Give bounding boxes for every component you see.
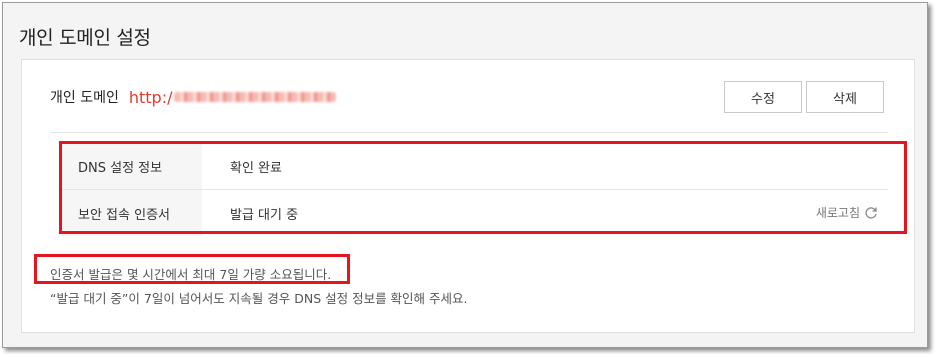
- page-title: 개인 도메인 설정: [19, 27, 151, 49]
- domain-row: 개인 도메인 http:/: [50, 86, 337, 108]
- domain-url-prefix: http:/: [128, 87, 173, 107]
- refresh-button[interactable]: 새로고침: [816, 204, 878, 221]
- certificate-value: 발급 대기 중: [230, 207, 299, 223]
- table-row-certificate: 보안 접속 인증서 발급 대기 중 새로고침: [62, 190, 888, 236]
- status-table: DNS 설정 정보 확인 완료 보안 접속 인증서 발급 대기 중 새로고침: [62, 144, 888, 236]
- delete-button[interactable]: 삭제: [806, 81, 884, 113]
- refresh-icon: [865, 206, 877, 219]
- edit-button[interactable]: 수정: [724, 81, 802, 113]
- redacted-domain-blur: [174, 92, 337, 102]
- divider: [50, 132, 888, 133]
- table-row-dns: DNS 설정 정보 확인 완료: [62, 144, 888, 190]
- domain-url[interactable]: http:/: [129, 88, 337, 107]
- certificate-key: 보안 접속 인증서: [62, 190, 202, 236]
- dns-settings-value: 확인 완료: [230, 161, 282, 176]
- dns-settings-key: DNS 설정 정보: [62, 144, 202, 189]
- domain-label: 개인 도메인: [50, 90, 119, 106]
- domain-settings-card: 개인 도메인 http:/ 수정 삭제 DNS 설정 정보 확인 완료 보안 접…: [21, 59, 915, 333]
- refresh-label: 새로고침: [815, 206, 860, 220]
- pending-help-note: “발급 대기 중”이 7일이 넘어서도 지속될 경우 DNS 설정 정보를 확인…: [50, 291, 468, 306]
- settings-window: 개인 도메인 설정 개인 도메인 http:/ 수정 삭제 DNS 설정 정보 …: [2, 2, 928, 348]
- issue-time-note: 인증서 발급은 몇 시간에서 최대 7일 가량 소요됩니다.: [50, 267, 332, 282]
